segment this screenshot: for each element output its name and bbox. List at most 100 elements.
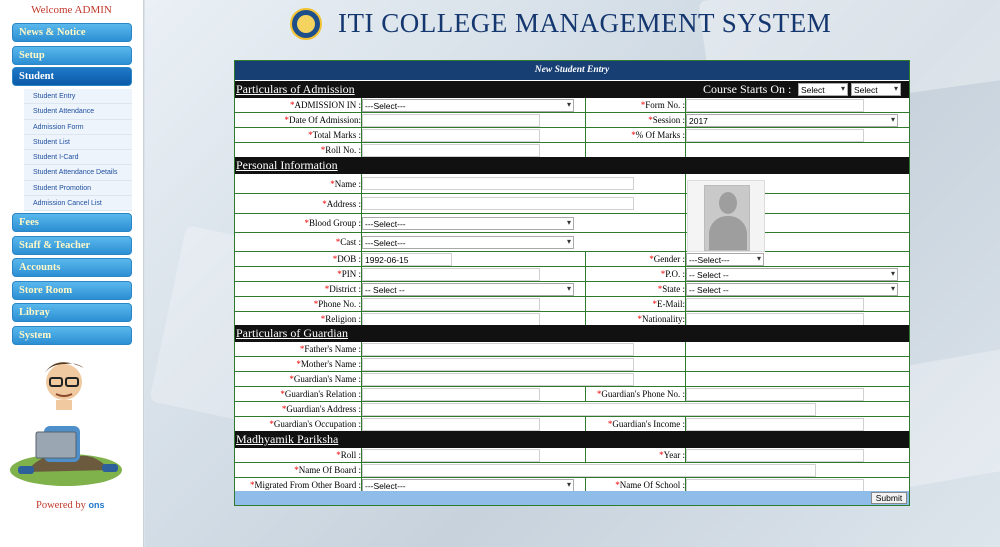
state-select[interactable]: -- Select --	[686, 283, 898, 296]
submenu-admission-form[interactable]: Admission Form	[24, 119, 132, 135]
section-personal-title: Personal Information	[236, 158, 338, 172]
guardian-occupation-input[interactable]	[362, 418, 540, 431]
district-label: *District :	[324, 284, 361, 294]
total-marks-label: *Total Marks :	[308, 130, 361, 140]
gender-select[interactable]: ---Select---	[686, 253, 764, 266]
pct-marks-label: *% Of Marks :	[631, 130, 685, 140]
form-no-input[interactable]	[686, 99, 864, 112]
blood-group-select[interactable]: ---Select---	[362, 217, 574, 230]
divider	[361, 98, 362, 158]
divider	[685, 417, 686, 432]
submenu-attendance-details[interactable]: Student Attendance Details	[24, 165, 132, 181]
row-mother-name: *Mother's Name :	[235, 357, 909, 372]
admission-in-select[interactable]: ---Select---	[362, 99, 574, 112]
session-select[interactable]: 2017	[686, 114, 898, 127]
mp-year-label: *Year :	[659, 450, 685, 460]
roll-no-input[interactable]	[362, 144, 540, 157]
row-district-state: *District : -- Select -- *State : -- Sel…	[235, 282, 909, 297]
app-title: ITI COLLEGE MANAGEMENT SYSTEM	[338, 8, 832, 38]
guardian-relation-input[interactable]	[362, 388, 540, 401]
course-start-year-select[interactable]: Select	[851, 83, 901, 96]
divider	[361, 174, 362, 327]
board-name-label: *Name Of Board :	[294, 465, 361, 475]
menu-news-notice[interactable]: News & Notice	[12, 23, 132, 42]
menu-staff-teacher[interactable]: Staff & Teacher	[12, 236, 132, 255]
submenu-student-icard[interactable]: Student I-Card	[24, 150, 132, 166]
gender-label: *Gender :	[649, 254, 685, 264]
dob-label: *DOB :	[332, 254, 361, 264]
section-personal: Personal Information	[235, 157, 909, 174]
sidebar: Welcome ADMIN News & Notice Setup Studen…	[0, 0, 144, 547]
divider	[585, 98, 586, 158]
guardian-phone-input[interactable]	[686, 388, 864, 401]
father-name-input[interactable]	[362, 343, 634, 356]
mother-name-label: *Mother's Name :	[296, 359, 361, 369]
mother-name-input[interactable]	[362, 358, 634, 371]
email-input[interactable]	[686, 298, 864, 311]
phone-input[interactable]	[362, 298, 540, 311]
form-title: New Student Entry	[235, 61, 909, 80]
student-submenu: Student Entry Student Attendance Admissi…	[24, 89, 132, 212]
student-photo-placeholder[interactable]	[687, 180, 765, 252]
divider	[361, 342, 362, 432]
name-input[interactable]	[362, 177, 634, 190]
course-start-month-select[interactable]: Select	[798, 83, 848, 96]
mp-roll-input[interactable]	[362, 449, 540, 462]
blood-group-label: *Blood Group :	[304, 218, 361, 228]
powered-by: Powered by ons	[36, 500, 105, 511]
email-label: *E-Mail:	[652, 299, 686, 309]
divider	[585, 387, 586, 402]
row-phone-email: *Phone No. : *E-Mail:	[235, 297, 909, 312]
cast-label: *Cast :	[335, 237, 361, 247]
divider	[585, 448, 586, 463]
submit-button[interactable]: Submit	[871, 492, 907, 504]
row-guardian-name: *Guardian's Name :	[235, 372, 909, 387]
form-no-label: *Form No. :	[640, 100, 685, 110]
district-select[interactable]: -- Select --	[362, 283, 574, 296]
divider	[361, 448, 362, 493]
total-marks-input[interactable]	[362, 129, 540, 142]
row-date-session: *Date Of Admission: *Session : 2017	[235, 113, 909, 128]
date-of-admission-input[interactable]	[362, 114, 540, 127]
submenu-student-promotion[interactable]: Student Promotion	[24, 180, 132, 197]
submenu-student-list[interactable]: Student List	[24, 134, 132, 151]
row-board-name: *Name Of Board :	[235, 463, 909, 478]
submenu-admission-cancel-list[interactable]: Admission Cancel List	[24, 196, 132, 212]
address-input[interactable]	[362, 197, 634, 210]
menu-accounts[interactable]: Accounts	[12, 258, 132, 277]
pct-marks-input[interactable]	[686, 129, 864, 142]
po-select[interactable]: -- Select --	[686, 268, 898, 281]
phone-label: *Phone No. :	[313, 299, 361, 309]
guardian-income-input[interactable]	[686, 418, 864, 431]
section-guardian: Particulars of Guardian	[235, 325, 909, 342]
dob-input[interactable]: 1992-06-15	[362, 253, 452, 266]
powered-by-text: Powered by	[36, 500, 86, 511]
row-admission-in: *ADMISSION IN : ---Select--- *Form No. :	[235, 98, 909, 113]
pin-input[interactable]	[362, 268, 540, 281]
new-student-entry-form: New Student Entry Particulars of Admissi…	[234, 60, 910, 506]
menu-system[interactable]: System	[12, 326, 132, 345]
submenu-student-attendance[interactable]: Student Attendance	[24, 104, 132, 120]
divider	[685, 387, 686, 402]
mp-year-input[interactable]	[686, 449, 864, 462]
welcome-text: Welcome ADMIN	[31, 4, 112, 16]
submenu-student-entry[interactable]: Student Entry	[24, 89, 132, 105]
row-father-name: *Father's Name :	[235, 342, 909, 357]
divider	[685, 342, 686, 387]
date-of-admission-label: *Date Of Admission:	[284, 115, 362, 125]
guardian-address-label: *Guardian's Address :	[281, 404, 361, 414]
ons-logo: ons	[88, 500, 105, 510]
cast-select[interactable]: ---Select---	[362, 236, 574, 249]
board-name-input[interactable]	[362, 464, 816, 477]
guardian-address-input[interactable]	[362, 403, 816, 416]
menu-library[interactable]: Libray	[12, 303, 132, 322]
session-label: *Session :	[648, 115, 685, 125]
menu-student[interactable]: Student	[12, 67, 132, 86]
guardian-income-label: *Guardian's Income :	[607, 419, 685, 429]
guardian-phone-label: *Guardian's Phone No. :	[596, 389, 685, 399]
menu-store-room[interactable]: Store Room	[12, 281, 132, 300]
row-address: *Address :	[235, 194, 909, 214]
menu-setup[interactable]: Setup	[12, 46, 132, 65]
menu-fees[interactable]: Fees	[12, 213, 132, 232]
guardian-name-input[interactable]	[362, 373, 634, 386]
